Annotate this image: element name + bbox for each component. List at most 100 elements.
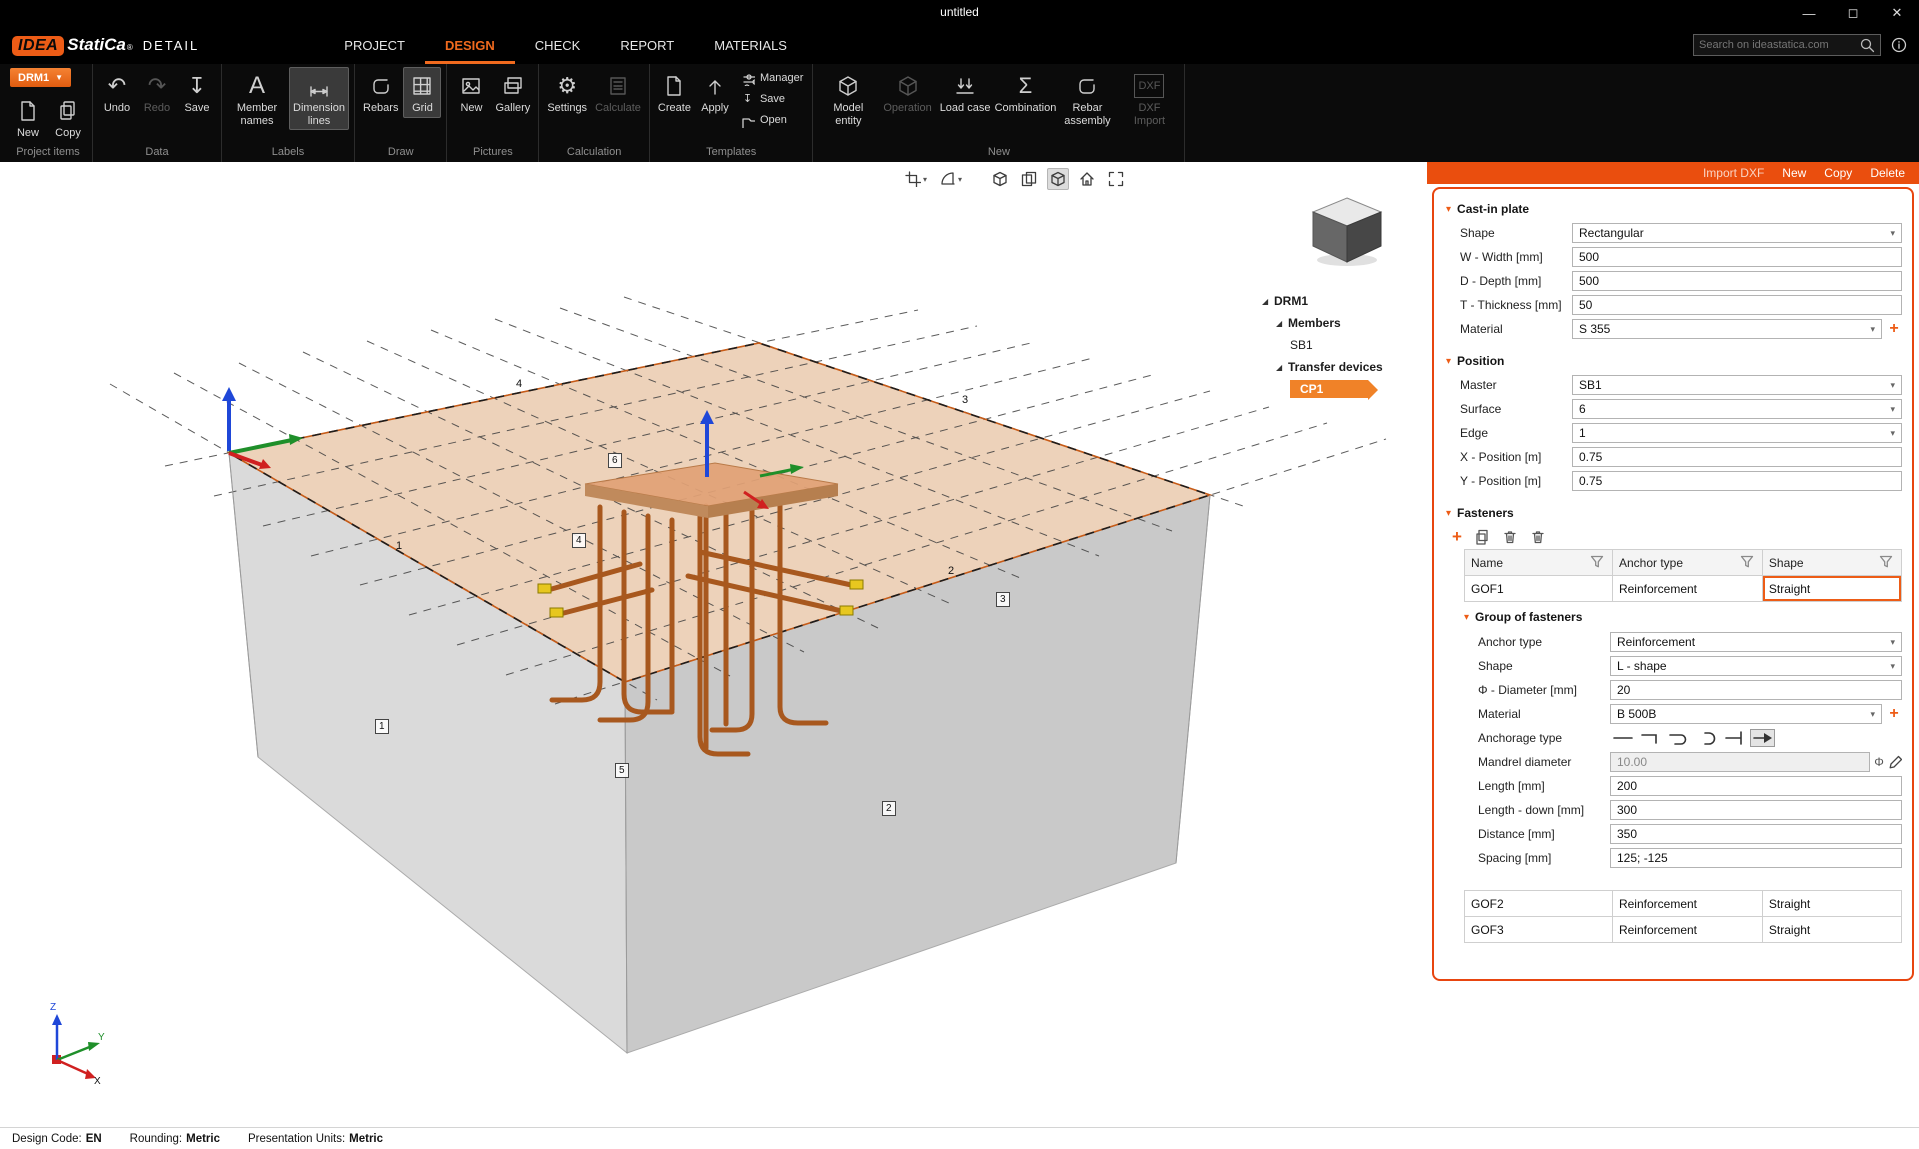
- search-icon[interactable]: [1859, 37, 1875, 53]
- expander-icon[interactable]: ◢: [1276, 319, 1288, 328]
- tab-materials[interactable]: MATERIALS: [694, 26, 807, 64]
- add-fastener-material-button[interactable]: +: [1886, 705, 1902, 723]
- load-case-button[interactable]: Load case: [937, 67, 994, 118]
- combination-button[interactable]: Σ Combination: [995, 67, 1057, 118]
- project-item-selector[interactable]: DRM1 ▼: [10, 68, 72, 87]
- gallery-button[interactable]: Gallery: [492, 67, 533, 118]
- anchorage-hook-90-option[interactable]: [1638, 729, 1663, 747]
- tree-item-cp1-selected[interactable]: CP1: [1240, 378, 1410, 400]
- diameter-input[interactable]: [1610, 680, 1902, 700]
- length-input[interactable]: [1610, 776, 1902, 796]
- template-create-button[interactable]: Create: [655, 67, 694, 118]
- length-down-input[interactable]: [1610, 800, 1902, 820]
- zoom-fit-button[interactable]: [1105, 168, 1127, 190]
- template-apply-button[interactable]: Apply: [696, 67, 734, 118]
- tree-item-sb1[interactable]: SB1: [1240, 334, 1410, 356]
- width-input[interactable]: [1572, 247, 1902, 267]
- mandrel-diameter-input[interactable]: [1610, 752, 1871, 772]
- section-position[interactable]: ▾ Position: [1446, 349, 1902, 373]
- tab-design[interactable]: DESIGN: [424, 26, 515, 64]
- home-view-button[interactable]: [1076, 168, 1098, 190]
- anchorage-head-plate-option[interactable]: [1722, 729, 1747, 747]
- group-of-fasteners-header[interactable]: ▾ Group of fasteners: [1464, 604, 1902, 630]
- 3d-viewport[interactable]: 4 3 1 2 6 4 3 1 5 2 Z Y X ▾ ▾ ◢ DRM1 ◢ M…: [0, 162, 1427, 1127]
- anchorage-selected-option[interactable]: [1750, 729, 1775, 747]
- section-fasteners[interactable]: ▾ Fasteners: [1446, 501, 1902, 525]
- member-names-button[interactable]: A Member names: [227, 67, 287, 130]
- y-position-input[interactable]: [1572, 471, 1902, 491]
- tree-item-members[interactable]: ◢ Members: [1240, 312, 1410, 334]
- grid-button[interactable]: Grid: [403, 67, 442, 118]
- 3d-scene[interactable]: [0, 162, 1427, 1127]
- anchorage-loop-option[interactable]: [1694, 729, 1719, 747]
- fastener-shape-select[interactable]: L - shape ▾: [1610, 656, 1902, 676]
- filter-icon[interactable]: [1590, 555, 1606, 571]
- expander-icon[interactable]: ◢: [1276, 363, 1288, 372]
- redo-button[interactable]: ↷ Redo: [138, 67, 176, 118]
- anchorage-straight-option[interactable]: [1610, 729, 1635, 747]
- section-crop-button[interactable]: ▾: [902, 168, 930, 190]
- solid-view-button[interactable]: [1047, 168, 1069, 190]
- template-save-button[interactable]: ↧ Save: [740, 88, 807, 109]
- thickness-input[interactable]: [1572, 295, 1902, 315]
- import-dxf-button[interactable]: Import DXF: [1703, 166, 1764, 180]
- rebar-assembly-button[interactable]: Rebar assembly: [1057, 67, 1117, 130]
- add-material-button[interactable]: +: [1886, 320, 1902, 338]
- anchor-type-select[interactable]: Reinforcement ▾: [1610, 632, 1902, 652]
- info-icon[interactable]: [1891, 37, 1907, 53]
- undo-button[interactable]: ↶ Undo: [98, 67, 136, 118]
- template-open-button[interactable]: Open: [740, 109, 807, 130]
- axonometry-view-button[interactable]: [989, 168, 1011, 190]
- edge-select[interactable]: 1 ▾: [1572, 423, 1902, 443]
- measure-button[interactable]: ▾: [937, 168, 965, 190]
- tree-item-transfer-devices[interactable]: ◢ Transfer devices: [1240, 356, 1410, 378]
- expander-icon[interactable]: ◢: [1262, 297, 1274, 306]
- tab-check[interactable]: CHECK: [515, 26, 601, 64]
- template-manager-button[interactable]: Manager: [740, 67, 807, 88]
- distance-input[interactable]: [1610, 824, 1902, 844]
- rebars-button[interactable]: Rebars: [360, 67, 401, 118]
- dimension-lines-button[interactable]: Dimension lines: [289, 67, 349, 131]
- operation-button[interactable]: Operation: [880, 67, 934, 118]
- panel-delete-button[interactable]: Delete: [1870, 166, 1905, 180]
- master-select[interactable]: SB1 ▾: [1572, 375, 1902, 395]
- column-header-shape[interactable]: Shape: [1762, 550, 1901, 576]
- tab-report[interactable]: REPORT: [600, 26, 694, 64]
- tab-project[interactable]: PROJECT: [324, 26, 425, 64]
- shape-select[interactable]: Rectangular ▾: [1572, 223, 1902, 243]
- table-row-gof3[interactable]: GOF3 Reinforcement Straight: [1465, 917, 1901, 943]
- x-position-input[interactable]: [1572, 447, 1902, 467]
- picture-new-button[interactable]: New: [452, 67, 490, 118]
- anchorage-hook-180-option[interactable]: [1666, 729, 1691, 747]
- project-item-copy-button[interactable]: Copy: [49, 92, 87, 143]
- navigation-cube[interactable]: [1307, 192, 1391, 270]
- project-item-new-button[interactable]: New: [9, 92, 47, 143]
- search-input[interactable]: [1699, 39, 1855, 51]
- close-button[interactable]: ✕: [1875, 0, 1919, 26]
- filter-icon[interactable]: [1740, 555, 1756, 571]
- minimize-button[interactable]: —: [1787, 0, 1831, 26]
- dxf-import-button[interactable]: DXF DXF Import: [1119, 67, 1179, 130]
- views-button[interactable]: [1018, 168, 1040, 190]
- section-cast-in-plate[interactable]: ▾ Cast-in plate: [1446, 197, 1902, 221]
- model-entity-button[interactable]: Model entity: [818, 67, 878, 130]
- spacing-input[interactable]: [1610, 848, 1902, 868]
- delete-fastener-button[interactable]: [1502, 529, 1518, 545]
- calculate-button[interactable]: Calculate: [592, 67, 644, 118]
- material-select[interactable]: S 355 ▾: [1572, 319, 1882, 339]
- column-header-name[interactable]: Name: [1465, 550, 1613, 576]
- table-row-gof2[interactable]: GOF2 Reinforcement Straight: [1465, 891, 1901, 917]
- column-header-anchor-type[interactable]: Anchor type: [1612, 550, 1763, 576]
- filter-icon[interactable]: [1879, 555, 1895, 571]
- save-button[interactable]: ↧ Save: [178, 67, 216, 118]
- edit-pencil-icon[interactable]: [1888, 754, 1902, 770]
- settings-button[interactable]: ⚙ Settings: [544, 67, 590, 118]
- delete-all-fasteners-button[interactable]: [1530, 529, 1546, 545]
- table-row-gof1[interactable]: GOF1 Reinforcement Straight: [1465, 576, 1901, 602]
- add-fastener-button[interactable]: +: [1452, 527, 1462, 547]
- fastener-material-select[interactable]: B 500B ▾: [1610, 704, 1882, 724]
- surface-select[interactable]: 6 ▾: [1572, 399, 1902, 419]
- panel-new-button[interactable]: New: [1782, 166, 1806, 180]
- tree-item-drm1[interactable]: ◢ DRM1: [1240, 290, 1410, 312]
- maximize-button[interactable]: ◻: [1831, 0, 1875, 26]
